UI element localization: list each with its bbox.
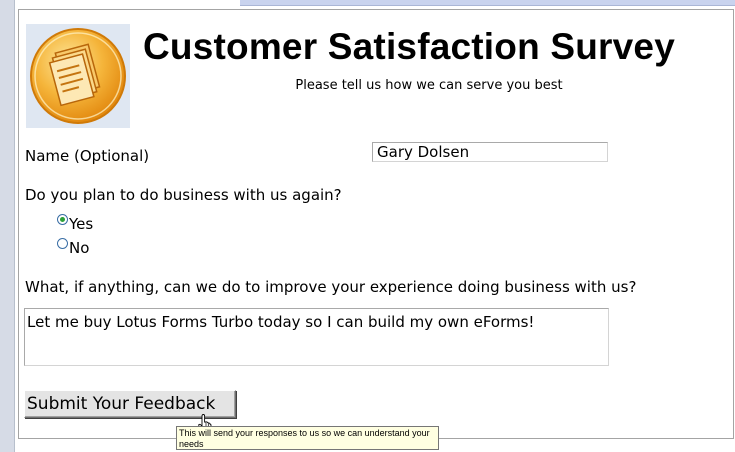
radio-yes-label: Yes	[69, 215, 94, 233]
window-left-edge	[0, 0, 15, 452]
window-top-edge	[240, 0, 735, 6]
radio-yes-button[interactable]	[57, 213, 68, 225]
page-subtitle: Please tell us how we can serve you best	[295, 78, 563, 93]
name-input[interactable]: Gary Dolsen	[372, 142, 608, 162]
page-title: Customer Satisfaction Survey	[143, 26, 675, 67]
radio-no[interactable]: No	[57, 237, 89, 257]
radio-no-label: No	[69, 239, 90, 257]
survey-form: Customer Satisfaction Survey Please tell…	[18, 9, 734, 439]
radio-yes[interactable]: Yes	[57, 213, 93, 233]
document-stack-icon	[26, 24, 130, 128]
business-question-label: Do you plan to do business with us again…	[25, 186, 342, 204]
name-label: Name (Optional)	[25, 147, 150, 165]
submit-tooltip: This will send your responses to us so w…	[176, 426, 439, 450]
improve-question-label: What, if anything, can we do to improve …	[25, 278, 637, 296]
improve-textarea[interactable]: Let me buy Lotus Forms Turbo today so I …	[24, 308, 609, 366]
radio-no-button[interactable]	[57, 237, 68, 249]
